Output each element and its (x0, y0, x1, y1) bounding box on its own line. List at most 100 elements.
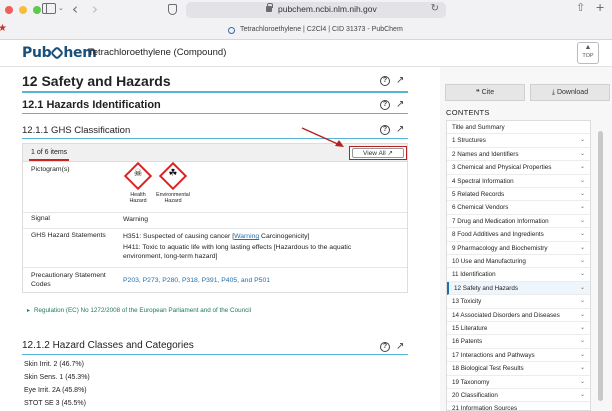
back-to-top-button[interactable]: ▲ TOP (577, 42, 599, 64)
environmental-hazard-pictogram[interactable]: ☘ (158, 161, 188, 191)
toc-item[interactable]: 14 Associated Disorders and Diseases ⌄ (447, 309, 590, 322)
toc-item-label: 13 Toxicity (452, 298, 482, 306)
help-icon[interactable]: ? (380, 341, 390, 352)
reload-icon[interactable]: ↻ (431, 3, 439, 14)
toc-item[interactable]: 17 Interactions and Pathways ⌄ (447, 349, 590, 363)
external-link-icon[interactable]: ↗ (396, 75, 404, 86)
h351-statement: H351: Suspected of causing cancer [Warni… (123, 232, 403, 241)
toc-item[interactable]: 10 Use and Manufacturing ⌄ (447, 255, 590, 269)
pictogram-label: Pictogram(s) (31, 166, 70, 173)
help-icon[interactable]: ? (380, 124, 390, 135)
cite-label: Cite (481, 89, 495, 96)
toc-item[interactable]: 15 Literature ⌄ (447, 322, 590, 336)
divider (22, 113, 408, 114)
toc-item[interactable]: 11 Identification ⌄ (447, 268, 590, 282)
forward-button[interactable]: › (92, 0, 98, 18)
download-button[interactable]: ⤓ Download (530, 84, 610, 101)
regulation-link[interactable]: Regulation (EC) No 1272/2008 of the Euro… (34, 307, 251, 314)
arrow-up-icon: ▲ (584, 44, 592, 51)
new-tab-icon[interactable]: + (596, 0, 604, 15)
external-link-icon[interactable]: ↗ (396, 124, 404, 135)
chevron-down-icon[interactable]: ⌄ (580, 349, 585, 362)
toc-item-label: 11 Identification (452, 271, 496, 279)
toc-item[interactable]: 6 Chemical Vendors ⌄ (447, 201, 590, 215)
view-all-button[interactable]: View All ↗ (352, 148, 404, 158)
chevron-down-icon[interactable]: ⌄ (580, 295, 585, 308)
cite-button[interactable]: ❝ Cite (445, 84, 525, 101)
toc-item[interactable]: 12 Safety and Hazards ⌄ (447, 281, 590, 296)
external-link-icon[interactable]: ↗ (396, 99, 404, 110)
toc-item[interactable]: 21 Information Sources (447, 402, 590, 410)
h411-statement-cont: environment, long-term hazard] (123, 252, 403, 261)
chevron-down-icon[interactable]: ⌄ (580, 228, 585, 241)
toc-item[interactable]: 8 Food Additives and Ingredients ⌄ (447, 228, 590, 242)
right-panel: ❝ Cite ⤓ Download CONTENTS Title and Sum… (440, 67, 612, 411)
chevron-down-icon[interactable]: ⌄ (580, 255, 585, 268)
contents-heading: CONTENTS (446, 108, 490, 117)
signal-value: Warning (123, 216, 149, 223)
toc-item[interactable]: Title and Summary (447, 121, 590, 135)
chevron-down-icon[interactable]: ⌄ (580, 322, 585, 335)
chevron-down-icon[interactable]: ⌄ (580, 201, 585, 214)
toc-item[interactable]: 19 Taxonomy ⌄ (447, 376, 590, 389)
chevron-down-icon[interactable]: ⌄ (580, 309, 585, 322)
external-link-icon[interactable]: ↗ (396, 341, 404, 352)
caret-right-icon[interactable]: ▸ (27, 307, 30, 314)
zoom-window-button[interactable] (33, 6, 41, 14)
chevron-down-icon[interactable]: ⌄ (58, 4, 64, 12)
minimize-window-button[interactable] (19, 6, 27, 14)
chevron-down-icon[interactable]: ⌄ (580, 175, 585, 188)
toc-item[interactable]: 3 Chemical and Physical Properties ⌄ (447, 161, 590, 175)
back-button[interactable]: ‹ (72, 0, 78, 18)
pinned-tab-icon[interactable]: ★ (0, 23, 7, 34)
items-count: 1 of 6 items (31, 149, 68, 156)
chevron-down-icon[interactable]: ⌄ (580, 242, 585, 255)
chevron-down-icon[interactable]: ⌄ (580, 161, 585, 174)
toc-item[interactable]: 20 Classification ⌄ (447, 389, 590, 403)
section-title: 12 Safety and Hazards (22, 73, 171, 89)
pictogram-caption-line: Hazard (129, 198, 147, 204)
address-bar[interactable]: pubchem.ncbi.nlm.nih.gov ↻ (186, 2, 446, 18)
toc-item[interactable]: 2 Names and Identifiers ⌄ (447, 148, 590, 162)
pubchem-logo[interactable]: Pub hem (22, 45, 97, 61)
toc-item[interactable]: 16 Patents ⌄ (447, 335, 590, 349)
chevron-down-icon[interactable]: ⌄ (580, 268, 585, 281)
toc-item[interactable]: 7 Drug and Medication Information ⌄ (447, 215, 590, 229)
toc-item[interactable]: 4 Spectral Information ⌄ (447, 175, 590, 188)
toc-item-label: 18 Biological Test Results (452, 365, 524, 373)
chevron-down-icon[interactable]: ⌄ (580, 188, 585, 201)
toc-item[interactable]: 13 Toxicity ⌄ (447, 295, 590, 309)
close-window-button[interactable] (5, 6, 13, 14)
toc-item[interactable]: 1 Structures ⌄ (447, 134, 590, 148)
chevron-down-icon[interactable]: ⌄ (580, 389, 585, 402)
favicon-icon (228, 27, 235, 34)
toc-item[interactable]: 18 Biological Test Results ⌄ (447, 362, 590, 376)
chevron-down-icon[interactable]: ⌄ (580, 215, 585, 228)
toc-item[interactable]: 9 Pharmacology and Biochemistry ⌄ (447, 242, 590, 255)
scrollbar[interactable] (598, 131, 603, 401)
annotation-underline (29, 159, 69, 161)
warning-link[interactable]: Warning (234, 233, 259, 240)
help-icon[interactable]: ? (380, 75, 390, 86)
toc-item-label: 8 Food Additives and Ingredients (452, 231, 544, 239)
precautionary-codes[interactable]: P203, P273, P280, P318, P391, P405, and … (123, 276, 270, 285)
divider (22, 138, 408, 139)
health-hazard-pictogram[interactable]: ☠ (123, 161, 153, 191)
chevron-down-icon[interactable]: ⌄ (580, 362, 585, 375)
share-icon[interactable]: ⇧ (576, 1, 585, 14)
chevron-down-icon[interactable]: ⌄ (580, 148, 585, 161)
chevron-down-icon[interactable]: ⌄ (580, 282, 585, 295)
sidebar-icon[interactable] (42, 3, 56, 14)
help-icon[interactable]: ? (380, 99, 390, 110)
chevron-down-icon[interactable]: ⌄ (580, 134, 585, 147)
chevron-down-icon[interactable]: ⌄ (580, 376, 585, 389)
toc-item[interactable]: 5 Related Records ⌄ (447, 188, 590, 202)
tab-title[interactable]: Tetrachloroethylene | C2Cl4 | CID 31373 … (240, 26, 403, 33)
row-divider (23, 228, 407, 229)
pictogram-caption: Environmental Hazard (153, 192, 193, 204)
privacy-shield-icon[interactable] (168, 4, 177, 15)
toc-item-label: 17 Interactions and Pathways (452, 351, 535, 359)
quote-icon: ❝ (475, 89, 480, 96)
tab-bar: ★ Tetrachloroethylene | C2Cl4 | CID 3137… (0, 22, 612, 40)
chevron-down-icon[interactable]: ⌄ (580, 335, 585, 348)
